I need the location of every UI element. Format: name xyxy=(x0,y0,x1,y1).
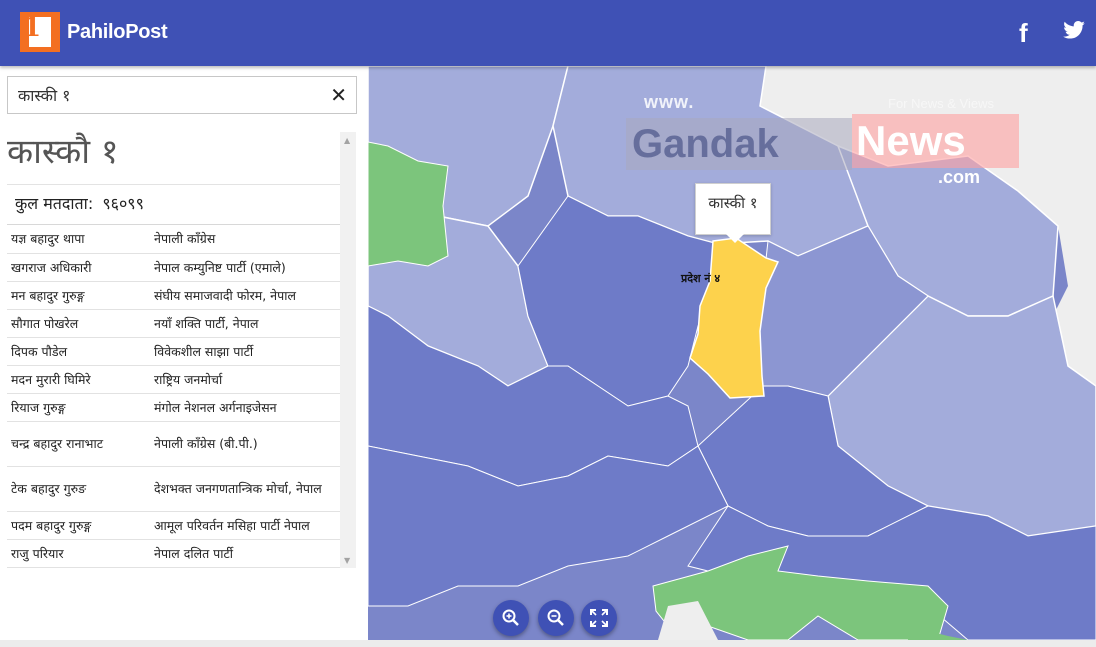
watermark-gandak: Gandak xyxy=(626,118,852,170)
table-row: सौगात पोखरेल नयाँ शक्ति पार्टी, नेपाल xyxy=(7,309,340,338)
results-panel[interactable]: कास्कौ १ कुल मतदाता: ९६०९९ यज्ञ बहादुर थ… xyxy=(7,132,340,568)
candidate-party: नेपाल दलित पार्टी xyxy=(150,539,340,568)
map-tooltip: कास्की १ xyxy=(695,183,771,243)
candidate-name: दिपक पौडेल xyxy=(7,337,150,366)
candidate-name: राजु परियार xyxy=(7,539,150,568)
table-row: यज्ञ बहादुर थापा नेपाली काँग्रेस xyxy=(7,225,340,254)
voters-value: ९६०९९ xyxy=(102,194,144,213)
candidate-name: मन बहादुर गुरुङ्ग xyxy=(7,281,150,310)
table-row: मदन मुरारी घिमिरे राष्ट्रिय जनमोर्चा xyxy=(7,365,340,394)
watermark-www: www. xyxy=(644,92,695,112)
zoom-out-button[interactable] xyxy=(538,600,574,636)
candidate-party: मंगोल नेशनल अर्गनाइजेसन xyxy=(150,393,340,422)
twitter-icon[interactable] xyxy=(1063,21,1085,44)
candidate-party: राष्ट्रिय जनमोर्चा xyxy=(150,365,340,394)
watermark-tagline: For News & Views xyxy=(888,96,994,111)
close-icon[interactable]: ✕ xyxy=(330,84,347,106)
bottom-divider xyxy=(0,640,1096,647)
table-row: खगराज अधिकारी नेपाल कम्युनिष्ट पार्टी (ए… xyxy=(7,253,340,282)
candidate-name: यज्ञ बहादुर थापा xyxy=(7,225,150,254)
scroll-up-icon[interactable]: ▲ xyxy=(344,136,350,145)
voters-label: कुल मतदाता: xyxy=(15,194,94,213)
map[interactable]: www. For News & Views Gandak News .com क… xyxy=(368,66,1096,640)
candidate-party: नेपाली काँग्रेस (बी.पी.) xyxy=(150,421,340,467)
zoom-in-icon xyxy=(502,609,519,626)
table-row: पदम बहादुर गुरुङ्ग आमूल परिवर्तन मसिहा प… xyxy=(7,511,340,540)
scroll-down-icon[interactable]: ▼ xyxy=(344,556,350,565)
region-label: प्रदेश नं ४ xyxy=(681,272,721,285)
candidate-name: चन्द्र बहादुर रानाभाट xyxy=(7,421,150,467)
candidate-party: देशभक्त जनगणतान्त्रिक मोर्चा, नेपाल xyxy=(150,466,340,512)
fullscreen-button[interactable] xyxy=(581,600,617,636)
watermark-news: News xyxy=(852,114,1019,168)
scrollbar[interactable]: ▲ ▼ xyxy=(340,132,356,568)
logo[interactable]: 1 PahiloPost xyxy=(20,12,168,52)
fullscreen-icon xyxy=(590,609,608,627)
candidate-name: टेक बहादुर गुरुङ xyxy=(7,466,150,512)
candidate-party: आमूल परिवर्तन मसिहा पार्टी नेपाल xyxy=(150,511,340,540)
sidebar: ✕ कास्कौ १ कुल मतदाता: ९६०९९ यज्ञ बहादुर… xyxy=(0,66,368,640)
candidate-name: खगराज अधिकारी xyxy=(7,253,150,282)
watermark-com: .com xyxy=(938,167,981,187)
table-row: चन्द्र बहादुर रानाभाट नेपाली काँग्रेस (ब… xyxy=(7,421,340,467)
table-row: रियाज गुरुङ्ग मंगोल नेशनल अर्गनाइजेसन xyxy=(7,393,340,422)
brand-name: PahiloPost xyxy=(67,20,168,43)
facebook-icon[interactable]: f xyxy=(1019,18,1028,49)
zoom-out-icon xyxy=(547,609,564,626)
candidates-table: यज्ञ बहादुर थापा नेपाली काँग्रेस खगराज अ… xyxy=(7,225,340,568)
candidate-name: सौगात पोखरेल xyxy=(7,309,150,338)
zoom-in-button[interactable] xyxy=(493,600,529,636)
candidate-name: रियाज गुरुङ्ग xyxy=(7,393,150,422)
candidate-party: विवेकशील साझा पार्टी xyxy=(150,337,340,366)
candidate-party: नयाँ शक्ति पार्टी, नेपाल xyxy=(150,309,340,338)
candidate-name: पदम बहादुर गुरुङ्ग xyxy=(7,511,150,540)
search-input[interactable] xyxy=(8,77,308,113)
candidate-party: संघीय समाजवादी फोरम, नेपाल xyxy=(150,281,340,310)
search-box[interactable]: ✕ xyxy=(7,76,357,114)
logo-mark: 1 xyxy=(20,12,60,52)
table-row: राजु परियार नेपाल दलित पार्टी xyxy=(7,539,340,568)
candidate-party: नेपाल कम्युनिष्ट पार्टी (एमाले) xyxy=(150,253,340,282)
constituency-title: कास्कौ १ xyxy=(7,132,119,172)
table-row: मन बहादुर गुरुङ्ग संघीय समाजवादी फोरम, न… xyxy=(7,281,340,310)
voters-count: कुल मतदाता: ९६०९९ xyxy=(7,184,340,225)
table-row: दिपक पौडेल विवेकशील साझा पार्टी xyxy=(7,337,340,366)
candidate-party: नेपाली काँग्रेस xyxy=(150,225,340,254)
top-bar: 1 PahiloPost f xyxy=(0,0,1096,66)
table-row: टेक बहादुर गुरुङ देशभक्त जनगणतान्त्रिक म… xyxy=(7,466,340,512)
candidate-name: मदन मुरारी घिमिरे xyxy=(7,365,150,394)
